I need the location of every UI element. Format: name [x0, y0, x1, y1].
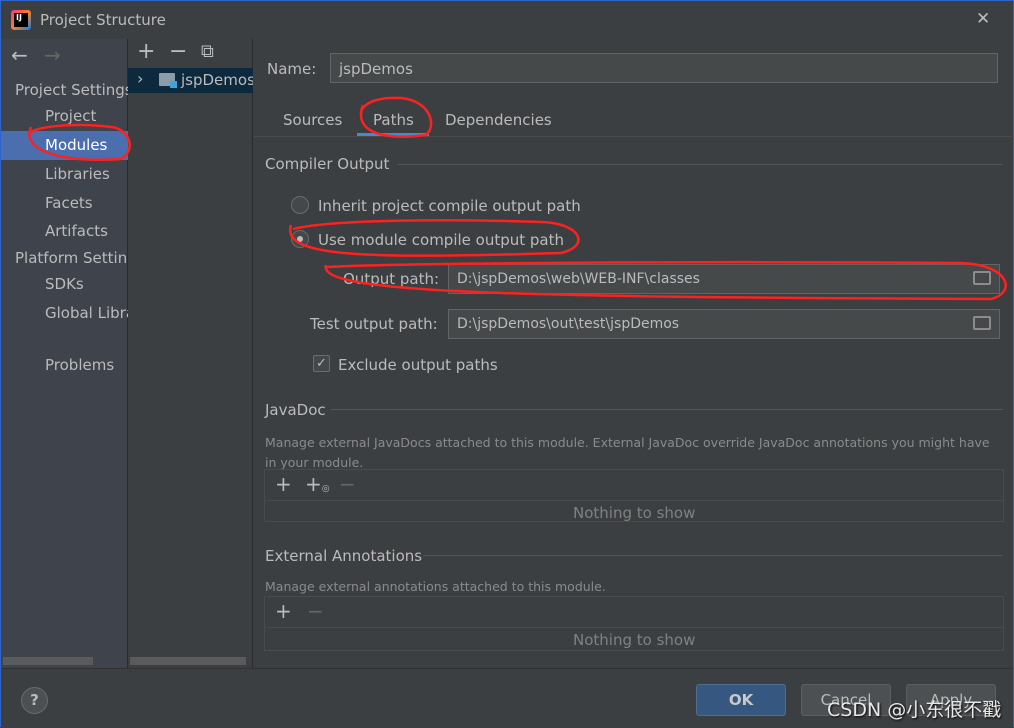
- compiler-output-title: Compiler Output: [265, 155, 390, 173]
- name-label: Name:: [267, 60, 317, 78]
- output-path-label: Output path:: [343, 270, 440, 288]
- radio-inherit-output[interactable]: [291, 196, 309, 214]
- radio-inherit-label[interactable]: Inherit project compile output path: [318, 197, 581, 215]
- sidebar-item-project[interactable]: Project: [45, 107, 96, 125]
- annotations-list: + − Nothing to show: [264, 596, 1004, 651]
- annotations-description: Manage external annotations attached to …: [265, 579, 606, 594]
- external-annotations-title: External Annotations: [265, 547, 423, 565]
- sidebar-item-libraries[interactable]: Libraries: [45, 165, 110, 183]
- tab-dependencies[interactable]: Dependencies: [445, 111, 552, 129]
- list-divider: [265, 627, 1003, 628]
- javadoc-list: + +◎ − Nothing to show: [264, 469, 1004, 522]
- add-annotation-button[interactable]: +: [275, 599, 292, 623]
- settings-sidebar: ← → Project Settings Project Modules Lib…: [1, 39, 128, 668]
- remove-javadoc-button[interactable]: −: [339, 472, 356, 496]
- window-title: Project Structure: [40, 11, 166, 29]
- section-divider: [423, 555, 1003, 556]
- tree-item-jspdemos[interactable]: › jspDemos: [128, 68, 255, 93]
- forward-button[interactable]: →: [44, 43, 61, 67]
- section-divider: [397, 164, 1003, 165]
- sidebar-item-modules[interactable]: Modules: [1, 131, 128, 160]
- tab-sources[interactable]: Sources: [283, 111, 342, 129]
- title-bar: IJ Project Structure ✕: [1, 1, 1013, 39]
- tab-paths[interactable]: Paths: [357, 99, 429, 136]
- exclude-output-label[interactable]: Exclude output paths: [338, 356, 498, 374]
- output-path-input[interactable]: D:\jspDemos\web\WEB-INF\classes: [448, 264, 1000, 294]
- back-button[interactable]: ←: [11, 43, 28, 67]
- add-javadoc-button[interactable]: +: [275, 472, 292, 496]
- watermark: CSDN @小东很不戳: [827, 699, 1002, 721]
- chevron-right-icon[interactable]: ›: [137, 69, 143, 88]
- javadoc-description: Manage external JavaDocs attached to thi…: [265, 435, 990, 470]
- test-output-path-label: Test output path:: [310, 315, 438, 333]
- app-logo-icon: IJ: [11, 10, 31, 30]
- folder-browse-icon[interactable]: [973, 271, 991, 285]
- radio-module-output[interactable]: [291, 230, 309, 248]
- close-button[interactable]: ✕: [976, 9, 990, 29]
- platform-settings-header: Platform Settings: [15, 249, 128, 267]
- add-module-button[interactable]: +: [137, 39, 155, 64]
- section-divider: [331, 409, 1003, 410]
- sidebar-item-facets[interactable]: Facets: [45, 194, 93, 212]
- folder-browse-icon[interactable]: [973, 316, 991, 330]
- module-name-input[interactable]: jspDemos: [330, 53, 998, 83]
- project-settings-header: Project Settings: [15, 81, 128, 99]
- annotations-empty-text: Nothing to show: [573, 631, 696, 649]
- exclude-output-checkbox[interactable]: ✓: [313, 355, 330, 372]
- tab-divider: [254, 136, 1014, 137]
- list-divider: [265, 500, 1003, 501]
- test-output-path-input[interactable]: D:\jspDemos\out\test\jspDemos: [448, 309, 1000, 339]
- sidebar-item-global-libraries[interactable]: Global Libraries: [45, 304, 128, 322]
- tree-scrollbar[interactable]: [130, 657, 246, 665]
- radio-module-label[interactable]: Use module compile output path: [318, 231, 564, 249]
- javadoc-title: JavaDoc: [265, 401, 326, 419]
- add-javadoc-url-button[interactable]: +◎: [305, 472, 330, 496]
- module-folder-icon: [159, 73, 177, 88]
- sidebar-item-sdks[interactable]: SDKs: [45, 275, 84, 293]
- javadoc-empty-text: Nothing to show: [573, 504, 696, 522]
- remove-annotation-button[interactable]: −: [307, 599, 324, 623]
- help-button[interactable]: ?: [21, 687, 48, 714]
- copy-module-button[interactable]: ⧉: [201, 41, 214, 62]
- module-tree-panel: + − ⧉ › jspDemos: [128, 39, 255, 668]
- sidebar-item-problems[interactable]: Problems: [45, 356, 114, 374]
- remove-module-button[interactable]: −: [169, 39, 187, 64]
- ok-button[interactable]: OK: [696, 684, 786, 716]
- sidebar-item-artifacts[interactable]: Artifacts: [45, 222, 108, 240]
- sidebar-scrollbar[interactable]: [3, 657, 93, 665]
